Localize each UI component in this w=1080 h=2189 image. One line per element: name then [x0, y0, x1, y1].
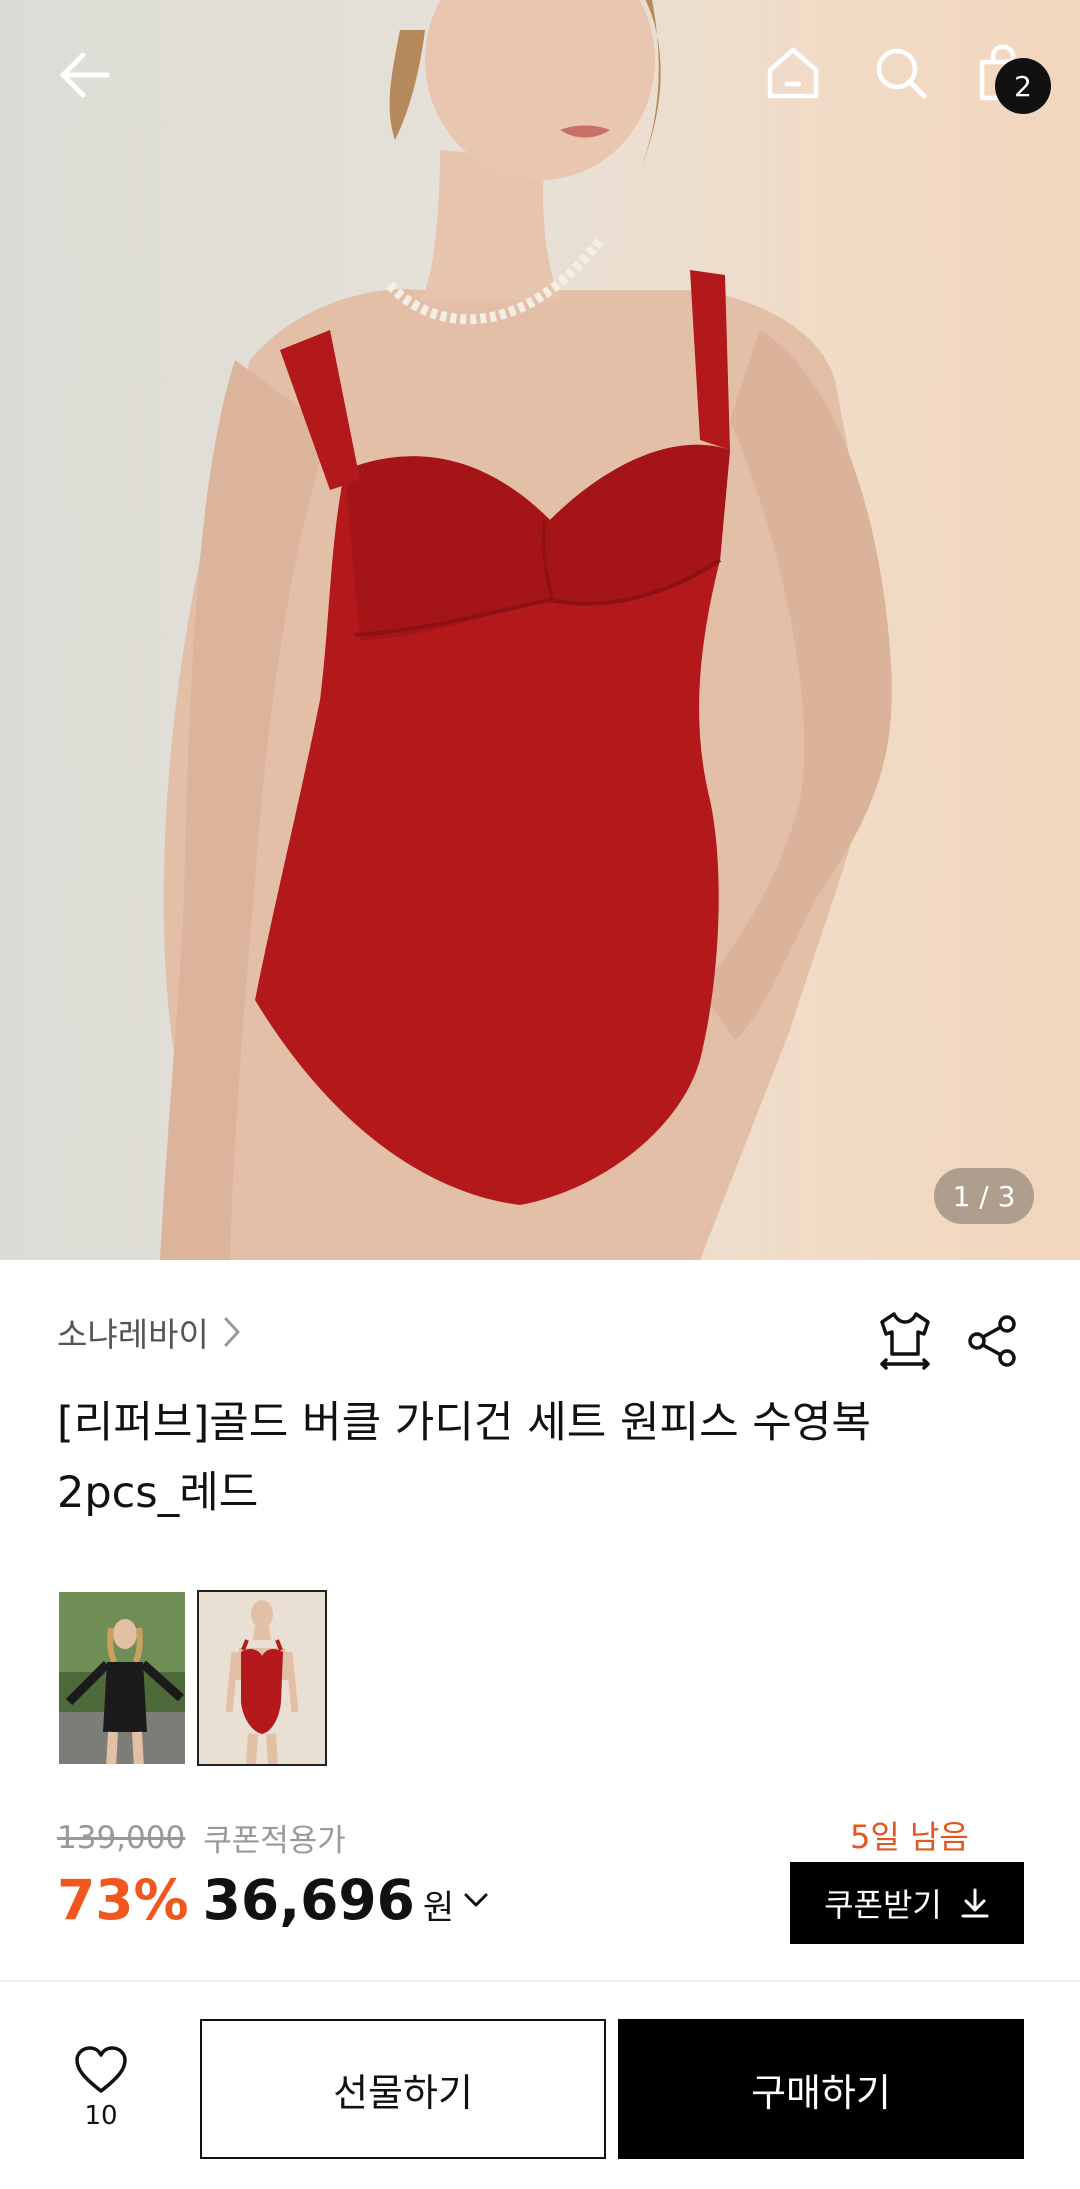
coupon-applied-label: 쿠폰적용가: [203, 1823, 346, 1859]
gallery-pager: 1 / 3: [934, 1168, 1034, 1224]
search-button[interactable]: [866, 38, 936, 108]
get-coupon-label: 쿠폰받기: [824, 1886, 942, 1924]
section-divider: [0, 1980, 1080, 1982]
product-photo: [160, 0, 892, 1260]
original-price-row: 139,000 쿠폰적용가: [57, 1815, 346, 1860]
back-button[interactable]: [50, 40, 120, 110]
buy-button[interactable]: 구매하기: [618, 2019, 1024, 2159]
thumbnail-image: [199, 1592, 325, 1764]
size-guide-button[interactable]: [876, 1310, 934, 1374]
product-title-line2: 2pcs_레드: [57, 1468, 259, 1518]
product-title-line1: [리퍼브]골드 버클 가디건 세트 원피스 수영복: [57, 1398, 871, 1448]
discount-rate: 73%: [57, 1868, 189, 1932]
get-coupon-button[interactable]: 쿠폰받기: [790, 1862, 1024, 1944]
gift-button[interactable]: 선물하기: [200, 2019, 606, 2159]
chevron-right-icon: [224, 1317, 240, 1347]
home-icon: [767, 47, 819, 99]
coupon-days-left: 5일 남음: [850, 1818, 969, 1856]
share-button[interactable]: [965, 1314, 1019, 1372]
download-icon: [961, 1888, 989, 1918]
price-row: 73% 36,696 원: [57, 1868, 490, 1932]
brand-link[interactable]: 소냐레바이: [57, 1308, 241, 1356]
thumbnail-strip: [57, 1590, 327, 1766]
thumbnail-image: [59, 1592, 185, 1764]
like-button[interactable]: 10: [70, 2045, 132, 2131]
product-image-gallery[interactable]: 2 1 / 3: [0, 0, 1080, 1260]
thumbnail-red[interactable]: [197, 1590, 327, 1766]
brand-name: 소냐레바이: [57, 1315, 209, 1354]
thumbnail-black[interactable]: [57, 1590, 187, 1766]
sale-price: 36,696: [202, 1868, 415, 1932]
search-icon: [876, 48, 927, 99]
cart-count-badge: 2: [995, 58, 1051, 114]
like-count: 10: [84, 2101, 118, 2131]
arrow-left-icon: [60, 52, 110, 98]
product-title: [리퍼브]골드 버클 가디건 세트 원피스 수영복 2pcs_레드: [57, 1388, 1017, 1528]
share-icon: [968, 1315, 1016, 1367]
chevron-down-icon[interactable]: [462, 1890, 490, 1910]
heart-icon: [75, 2046, 127, 2093]
tshirt-size-icon: [880, 1312, 930, 1370]
original-price: 139,000: [57, 1819, 186, 1856]
home-button[interactable]: [758, 38, 828, 108]
currency-label: 원: [422, 1888, 455, 1928]
